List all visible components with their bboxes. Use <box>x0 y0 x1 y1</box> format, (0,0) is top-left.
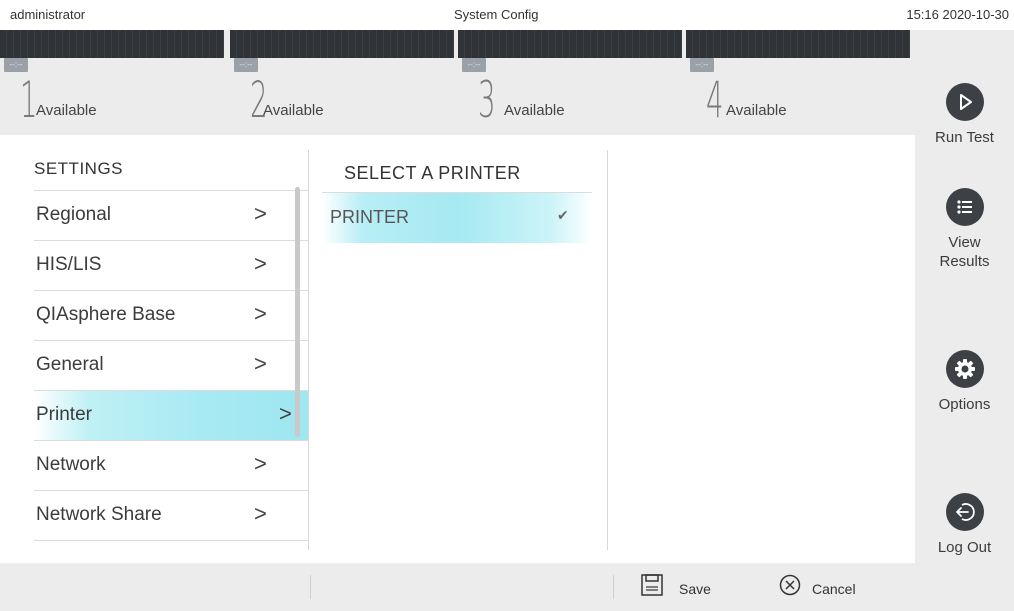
save-label: Save <box>679 581 711 597</box>
module-3-number: 3 <box>478 71 495 129</box>
settings-item-qiasphere-base[interactable]: QIAsphere Base > <box>34 290 309 340</box>
settings-item-label: Network <box>36 454 106 475</box>
module-1-stripe <box>0 30 224 58</box>
screen-title: System Config <box>454 7 539 22</box>
module-1-tag: --:-- <box>4 58 28 72</box>
settings-item-his-lis[interactable]: HIS/LIS > <box>34 240 309 290</box>
settings-item-partial[interactable] <box>34 540 309 560</box>
cancel-label: Cancel <box>812 581 856 597</box>
module-1-number: 1 <box>20 71 37 129</box>
module-4-status: Available <box>726 102 787 119</box>
gear-icon <box>945 350 984 388</box>
settings-item-label: HIS/LIS <box>36 254 102 275</box>
column-divider <box>607 150 608 550</box>
view-results-label: View Results <box>939 234 990 270</box>
module-1-status: Available <box>36 102 97 119</box>
chevron-right-icon: > <box>254 451 267 476</box>
settings-item-printer[interactable]: Printer > <box>34 390 309 440</box>
current-user: administrator <box>10 7 86 22</box>
bottom-action-bar: Save Cancel <box>0 563 915 611</box>
module-3-tag: --:-- <box>462 58 486 72</box>
settings-heading: SETTINGS <box>34 159 124 178</box>
module-2-stripe <box>230 30 454 58</box>
chevron-down-icon: ✔ <box>557 207 569 223</box>
settings-item-label: Network Share <box>36 504 162 525</box>
divider <box>310 575 311 599</box>
chevron-right-icon: > <box>254 301 267 326</box>
view-results-button[interactable]: View Results <box>915 188 1014 271</box>
module-2-status: Available <box>263 102 324 119</box>
divider <box>613 575 614 599</box>
printer-heading: SELECT A PRINTER <box>344 163 521 183</box>
module-3-stripe <box>458 30 682 58</box>
module-4-number: 4 <box>706 71 723 129</box>
module-2-number: 2 <box>250 71 267 129</box>
settings-item-label: General <box>36 354 104 375</box>
settings-item-network[interactable]: Network > <box>34 440 309 490</box>
options-button[interactable]: Options <box>915 350 1014 414</box>
module-4-stripe <box>686 30 910 58</box>
logout-icon <box>945 493 984 531</box>
module-3[interactable]: --:-- 3 Available <box>458 30 682 135</box>
module-2-tag: --:-- <box>234 58 258 72</box>
run-test-button[interactable]: Run Test <box>915 83 1014 147</box>
module-2[interactable]: --:-- 2 Available <box>230 30 454 135</box>
chevron-right-icon: > <box>254 501 267 526</box>
chevron-right-icon: > <box>254 201 267 226</box>
settings-item-label: QIAsphere Base <box>36 304 176 325</box>
settings-item-network-share[interactable]: Network Share > <box>34 490 309 540</box>
settings-scrollbar[interactable] <box>295 187 300 437</box>
log-out-button[interactable]: Log Out <box>915 493 1014 557</box>
main-content: SETTINGS Regional > HIS/LIS > QIAsphere … <box>0 135 915 563</box>
chevron-right-icon: > <box>279 401 292 426</box>
column-divider <box>308 150 309 550</box>
module-4-tag: --:-- <box>690 58 714 72</box>
log-out-label: Log Out <box>937 539 992 556</box>
printer-dropdown[interactable]: PRINTER ✔ <box>322 193 592 243</box>
settings-item-general[interactable]: General > <box>34 340 309 390</box>
module-strip: --:-- 1 Available --:-- 2 Available --:-… <box>0 30 915 135</box>
printer-dropdown-value: PRINTER <box>330 207 410 227</box>
save-button[interactable]: Save <box>640 573 750 603</box>
top-status-bar: administrator System Config 15:16 2020-1… <box>0 0 1014 30</box>
module-1[interactable]: --:-- 1 Available <box>0 30 224 135</box>
module-4[interactable]: --:-- 4 Available <box>686 30 910 135</box>
list-icon <box>945 188 984 226</box>
settings-item-regional[interactable]: Regional > <box>34 190 309 240</box>
save-icon <box>641 574 663 596</box>
module-3-status: Available <box>504 102 565 119</box>
cancel-icon <box>779 574 801 596</box>
settings-panel: SETTINGS Regional > HIS/LIS > QIAsphere … <box>34 135 309 563</box>
settings-list: Regional > HIS/LIS > QIAsphere Base > Ge… <box>34 190 309 560</box>
options-label: Options <box>938 396 991 413</box>
play-icon <box>945 83 984 121</box>
right-sidebar: Run Test View Results Options Log Out <box>915 30 1014 611</box>
chevron-right-icon: > <box>254 251 267 276</box>
cancel-button[interactable]: Cancel <box>778 573 888 603</box>
clock: 15:16 2020-10-30 <box>906 7 1009 22</box>
chevron-right-icon: > <box>254 351 267 376</box>
settings-item-label: Printer <box>36 404 92 425</box>
run-test-label: Run Test <box>935 129 994 146</box>
settings-item-label: Regional <box>36 204 111 225</box>
